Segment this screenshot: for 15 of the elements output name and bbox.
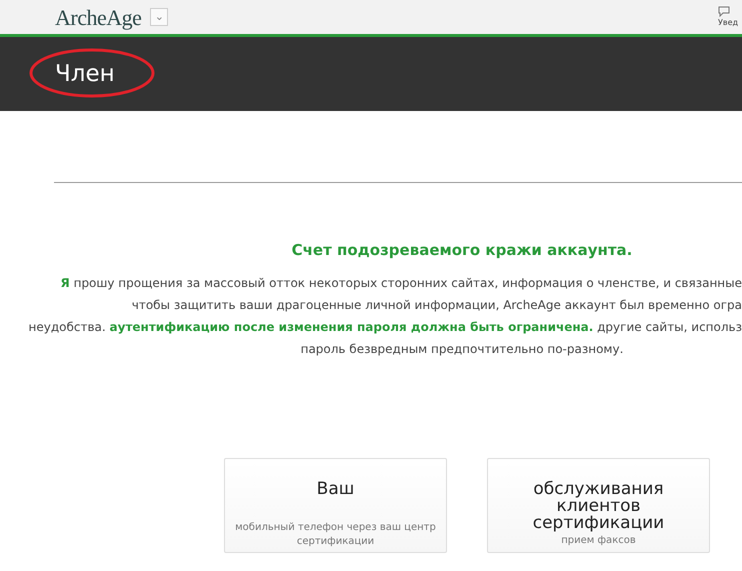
option-card[interactable]: обслуживания клиентов сертификации прием факсов: [487, 458, 710, 552]
option-card[interactable]: Ваш мобильный телефон через ваш центр сертификации: [224, 458, 447, 552]
notice-text: неудобства. аутентификацию после изменения пароля должна быть ограничена. другие сайты, использ: [28, 320, 742, 334]
option-title: обслуживания клиентов сертификации: [532, 480, 666, 532]
notice-text: Я прошу прощения за массовый отток некоторых сторонних сайтах, информация о членстве, и связанные: [60, 276, 742, 290]
page-title: Член: [55, 60, 115, 89]
notice-text: чтобы защитить ваши драгоценные личной информации, ArcheAge аккаунт был временно огра: [132, 298, 742, 312]
notifications-button[interactable]: Увед: [718, 6, 742, 28]
option-title: Ваш: [316, 480, 356, 500]
option-caption: мобильный телефон через ваш центр сертификации: [234, 520, 437, 548]
notice-text: пароль безвредным предпочтительно по-разному.: [300, 342, 624, 356]
speech-bubble-icon: [718, 6, 730, 16]
logo[interactable]: ArcheAge: [55, 0, 142, 34]
option-caption: прием факсов: [560, 534, 637, 548]
notice-heading: Счет подозреваемого кражи аккаунта.: [290, 240, 634, 261]
